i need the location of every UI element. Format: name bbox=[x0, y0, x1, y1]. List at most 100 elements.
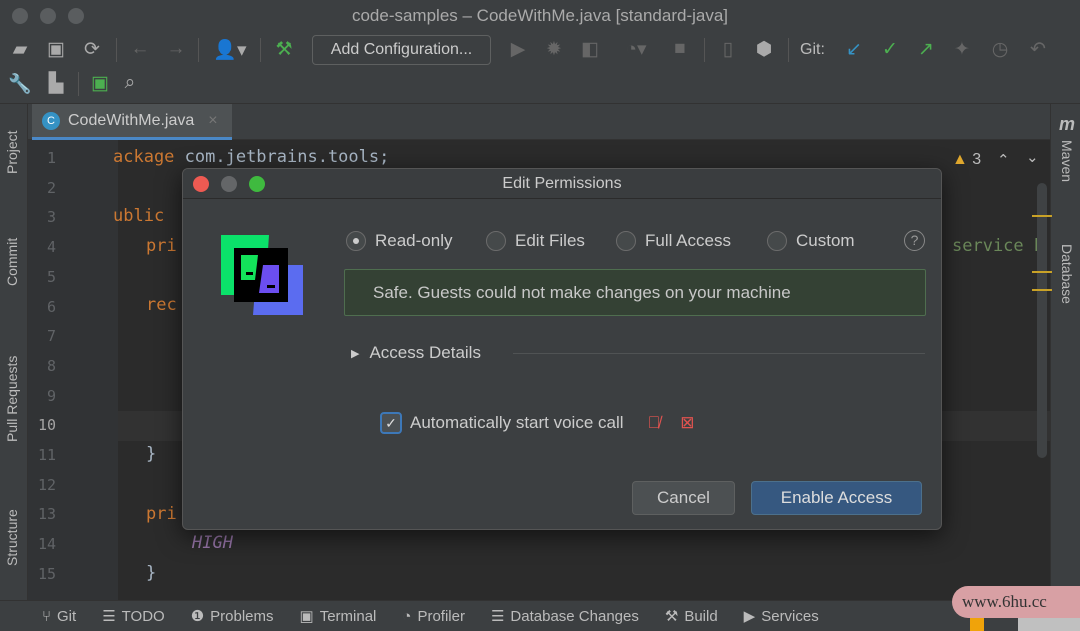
profile-icon[interactable]: ◔▾ bbox=[614, 38, 658, 61]
window-title: code-samples – CodeWithMe.java [standard… bbox=[351, 6, 729, 25]
tool-build[interactable]: ⚒ Build bbox=[665, 607, 718, 626]
title-bar: code-samples – CodeWithMe.java [standard… bbox=[0, 0, 1080, 32]
line-number: 8 bbox=[46, 356, 56, 375]
dialog-minimize-button[interactable] bbox=[221, 176, 237, 192]
code-line-6: rec bbox=[146, 295, 177, 315]
tool-problems[interactable]: ❶ Problems bbox=[190, 607, 274, 626]
search-icon[interactable]: ⌕ bbox=[118, 72, 142, 94]
line-number: 3 bbox=[46, 208, 56, 227]
tool-profiler[interactable]: ◔ Profiler bbox=[402, 608, 465, 625]
wrench-icon[interactable]: 🔧 bbox=[8, 72, 32, 96]
line-number: 2 bbox=[46, 178, 56, 197]
line-number: 11 bbox=[37, 446, 56, 464]
terminal-run-icon[interactable]: ▣ bbox=[88, 72, 112, 95]
voice-call-checkbox[interactable]: ✓ bbox=[380, 412, 402, 434]
git-merge-icon[interactable]: ✦ bbox=[950, 38, 974, 61]
stop-icon[interactable]: ■ bbox=[668, 38, 692, 60]
line-number: 14 bbox=[37, 535, 56, 554]
code-line-15: } bbox=[146, 563, 157, 583]
enable-access-button[interactable]: Enable Access bbox=[751, 481, 922, 515]
database-icon: ☰ bbox=[490, 608, 505, 625]
toolbar: ▰ ▣ ⟳ ← → 👤▾ ⚒ Add Configuration... ▶ ✹ … bbox=[0, 32, 1080, 104]
dialog-title-bar: Edit Permissions bbox=[183, 169, 941, 199]
run-icon[interactable]: ▶ bbox=[506, 38, 530, 61]
editor-tab-bar: C CodeWithMe.java × bbox=[28, 104, 1050, 140]
previous-highlight-icon[interactable]: ⌃ bbox=[997, 151, 1010, 169]
git-commit-icon[interactable]: ✓ bbox=[878, 38, 902, 61]
radio-custom[interactable]: Custom bbox=[767, 231, 855, 251]
add-configuration-button[interactable]: Add Configuration... bbox=[312, 35, 491, 65]
coverage-icon[interactable]: ◧ bbox=[578, 38, 602, 61]
line-number: 1 bbox=[46, 149, 56, 167]
next-highlight-icon[interactable]: ⌄ bbox=[1026, 148, 1039, 166]
git-rollback-icon[interactable]: ↶ bbox=[1026, 38, 1050, 61]
microphone-off-icon[interactable]: 🎙̸ bbox=[648, 413, 661, 433]
code-line-3: ublic bbox=[113, 206, 165, 226]
voice-call-checkbox-row[interactable]: ✓ Automatically start voice call 🎙̸ ⊠ bbox=[380, 412, 695, 434]
dialog-title: Edit Permissions bbox=[502, 175, 622, 192]
minimize-window-button[interactable] bbox=[40, 8, 56, 24]
deploy-icon[interactable]: ⬢ bbox=[752, 38, 776, 61]
tool-database-changes[interactable]: ☰ Database Changes bbox=[490, 607, 639, 626]
code-line-14: HIGH bbox=[192, 533, 233, 553]
close-tab-icon[interactable]: × bbox=[208, 112, 217, 130]
line-number: 5 bbox=[46, 267, 56, 286]
code-line-1: ackage com.jetbrains.tools; bbox=[113, 147, 390, 167]
tool-git[interactable]: ⑂ Git bbox=[42, 608, 76, 625]
tool-commit[interactable]: Commit bbox=[4, 238, 20, 286]
tool-terminal[interactable]: ▣ Terminal bbox=[299, 607, 377, 626]
tab-codewithme-java[interactable]: C CodeWithMe.java × bbox=[32, 104, 232, 140]
line-number: 6 bbox=[46, 297, 56, 316]
dialog-close-button[interactable] bbox=[193, 176, 209, 192]
maven-icon: m bbox=[1059, 114, 1076, 134]
divider bbox=[513, 353, 925, 354]
tool-pull-requests[interactable]: Pull Requests bbox=[4, 356, 20, 442]
warnings-indicator[interactable]: ▲ 3 bbox=[952, 151, 981, 169]
access-details-toggle[interactable]: ▶ Access Details bbox=[351, 343, 481, 363]
forward-icon[interactable]: → bbox=[164, 38, 188, 60]
cancel-button[interactable]: Cancel bbox=[632, 481, 735, 515]
tool-todo[interactable]: ☰ TODO bbox=[102, 607, 165, 626]
tool-services[interactable]: ▶ Services bbox=[744, 607, 819, 626]
close-window-button[interactable] bbox=[12, 8, 28, 24]
help-icon[interactable]: ? bbox=[904, 230, 925, 251]
error-stripe-mark bbox=[1032, 289, 1052, 291]
code-line-4: pri bbox=[146, 236, 177, 256]
code-line-13: pri bbox=[146, 504, 177, 524]
user-access-icon[interactable]: 👤▾ bbox=[210, 38, 250, 62]
line-number: 4 bbox=[46, 238, 56, 257]
dialog-zoom-button[interactable] bbox=[249, 176, 265, 192]
profiler-icon: ◔ bbox=[402, 607, 412, 625]
save-icon[interactable]: ▣ bbox=[44, 38, 68, 61]
tool-database[interactable]: Database bbox=[1059, 244, 1075, 304]
build-hammer-icon[interactable]: ⚒ bbox=[272, 38, 296, 61]
java-class-icon: C bbox=[42, 111, 60, 130]
editor-scrollbar[interactable] bbox=[1037, 183, 1047, 458]
line-number: 15 bbox=[37, 564, 56, 583]
edit-permissions-dialog: Edit Permissions Read-only Edit Files Fu… bbox=[182, 168, 942, 530]
problems-icon: ❶ bbox=[190, 608, 205, 625]
terminal-icon: ▣ bbox=[299, 608, 314, 625]
tool-maven[interactable]: Maven bbox=[1059, 140, 1075, 182]
git-history-icon[interactable]: ◷ bbox=[988, 38, 1012, 61]
git-update-icon[interactable]: ↙ bbox=[842, 38, 866, 61]
line-number: 10 bbox=[37, 416, 56, 435]
tool-project[interactable]: Project bbox=[4, 130, 20, 174]
zoom-window-button[interactable] bbox=[68, 8, 84, 24]
radio-full-access[interactable]: Full Access bbox=[616, 231, 731, 251]
camera-off-icon[interactable]: ⊠ bbox=[680, 413, 694, 433]
device-icon[interactable]: ▯ bbox=[716, 38, 740, 61]
project-structure-icon[interactable]: ▙ bbox=[44, 72, 68, 95]
open-folder-icon[interactable]: ▰ bbox=[8, 38, 32, 61]
tool-structure[interactable]: Structure bbox=[4, 509, 20, 566]
git-push-icon[interactable]: ↗ bbox=[914, 38, 938, 61]
radio-edit-files[interactable]: Edit Files bbox=[486, 231, 585, 251]
debug-icon[interactable]: ✹ bbox=[542, 38, 566, 61]
watermark: www.6hu.cc bbox=[952, 586, 1080, 618]
back-icon[interactable]: ← bbox=[128, 38, 152, 60]
left-tool-strip: Project Commit Pull Requests Structure bbox=[0, 104, 28, 600]
radio-read-only[interactable]: Read-only bbox=[346, 231, 453, 251]
line-number: 13 bbox=[37, 505, 56, 524]
error-stripe-mark bbox=[1032, 215, 1052, 217]
sync-icon[interactable]: ⟳ bbox=[80, 38, 104, 61]
